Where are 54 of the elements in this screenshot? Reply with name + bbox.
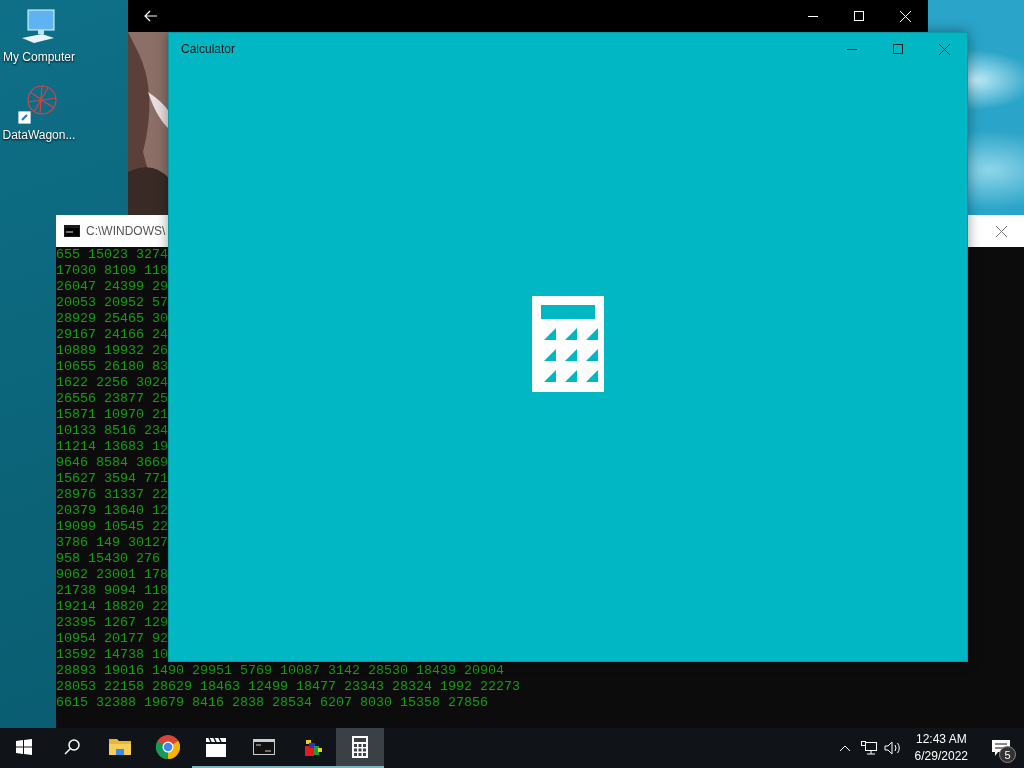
desktop-icon-label[interactable]: DataWagon...: [2, 128, 76, 142]
console-line: 15627 3594 771: [56, 471, 169, 487]
maximize-icon[interactable]: [893, 44, 903, 54]
console-line: 28976 31337 22: [56, 487, 169, 503]
speaker-icon[interactable]: [883, 741, 902, 755]
browser-icon[interactable]: [156, 735, 180, 759]
console-line: 19214 18820 22: [56, 599, 169, 615]
console-line: 26047 24399 29: [56, 279, 169, 295]
console-line: 17030 8109 118: [56, 263, 169, 279]
minimize-icon[interactable]: [808, 15, 818, 17]
clock-date[interactable]: 6/29/2022: [914, 748, 968, 765]
console-line: 3786 149 30127: [56, 535, 169, 551]
console-line: 15871 10970 21: [56, 407, 169, 423]
console-line: 26556 23877 25: [56, 391, 169, 407]
console-icon: [64, 225, 80, 237]
minimize-icon[interactable]: [847, 48, 857, 50]
console-line: 20053 20952 57: [56, 295, 169, 311]
console-line: 6615 32388 19679 8416 2838 28534 6207 8030 15358 27856: [56, 695, 489, 711]
console-line: 655 15023 3274: [56, 247, 169, 263]
chevron-up-icon[interactable]: [838, 744, 851, 752]
console-line: 20379 13640 12: [56, 503, 169, 519]
back-arrow-icon[interactable]: [144, 10, 158, 22]
console-line: 10655 26180 83: [56, 359, 169, 375]
console-line: 23395 1267 129: [56, 615, 169, 631]
console-line: 21738 9094 118: [56, 583, 169, 599]
window-title: Calculator: [181, 42, 236, 56]
console-line: 19099 10545 22: [56, 519, 169, 535]
calculator-icon: [532, 296, 604, 392]
network-icon[interactable]: [860, 741, 877, 755]
desktop-icon-label[interactable]: My Computer: [3, 50, 75, 64]
clapperboard-icon[interactable]: [205, 737, 227, 757]
console-line: 10133 8516 234: [56, 423, 169, 439]
calculator-icon[interactable]: [352, 736, 368, 758]
console-line: 9646 8584 3669: [56, 455, 169, 471]
console-line: 28929 25465 30: [56, 311, 169, 327]
close-icon[interactable]: [938, 43, 950, 55]
windows-logo-icon[interactable]: [16, 739, 32, 755]
search-icon[interactable]: [64, 739, 80, 755]
console-line: 10954 20177 92: [56, 631, 169, 647]
console-line: 11214 13683 19: [56, 439, 169, 455]
folder-icon[interactable]: [109, 738, 131, 756]
console-line: 10889 19932 26: [56, 343, 169, 359]
console-line: 958 15430 276: [56, 551, 161, 567]
window-title: C:\WINDOWS\: [86, 224, 166, 238]
console-line: 29167 24166 24: [56, 327, 169, 343]
network-graph-icon[interactable]: [18, 82, 60, 126]
terminal-icon[interactable]: [253, 739, 275, 755]
console-line: 28053 22158 28629 18463 12499 18477 23343 28324 1992 22273: [56, 679, 521, 695]
console-line: 1622 2256 3024: [56, 375, 169, 391]
console-line: 9062 23001 178: [56, 567, 169, 583]
console-line: 28893 19016 1490 29951 5769 10087 3142 28530 18439 20904: [56, 663, 505, 679]
clock-time[interactable]: 12:43 AM: [915, 731, 967, 748]
notification-count: 5: [999, 746, 1016, 763]
console-line: 13592 14738 10: [56, 647, 169, 663]
